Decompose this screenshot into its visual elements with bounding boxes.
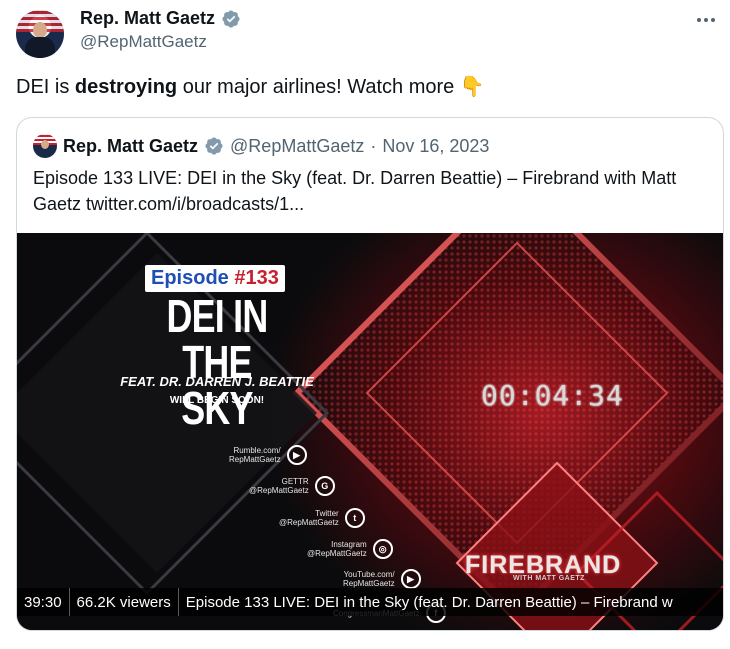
social-gettr: GETTR @RepMattGaetz G (249, 476, 335, 496)
twitter-icon: t (344, 508, 365, 528)
episode-number: #133 (234, 267, 279, 289)
social-youtube: YouTube.com/RepMattGaetz ▶ (343, 569, 421, 589)
youtube-icon: ▶ (400, 569, 421, 589)
social-line2: RepMattGaetz (343, 579, 395, 588)
author-handle[interactable]: @RepMattGaetz (80, 32, 207, 52)
firebrand-subtitle: WITH MATT GAETZ (513, 575, 585, 582)
quoted-tweet-card[interactable]: Rep. Matt Gaetz @RepMattGaetz · Nov 16, … (16, 117, 724, 631)
quote-author-avatar (33, 134, 57, 158)
video-player[interactable]: Episode #133 DEI IN THE SKY FEAT. DR. DA… (17, 233, 723, 630)
tweet-text-bold: destroying (74, 76, 178, 98)
episode-badge: Episode #133 (145, 265, 285, 292)
countdown-timer: 00:04:34 (481, 379, 624, 412)
verified-badge-icon (222, 9, 240, 28)
social-line2: @RepMattGaetz (279, 518, 339, 527)
video-title: Episode 133 LIVE: DEI in the Sky (feat. … (185, 593, 673, 611)
social-line1: YouTube.com/ (343, 570, 395, 579)
quote-date[interactable]: Nov 16, 2023 (382, 136, 489, 157)
tweet-text-before: DEI is (16, 76, 75, 98)
episode-soon: WILL BEGIN SOON! (169, 395, 265, 406)
social-rumble: Rumble.com/RepMattGaetz ▶ (229, 445, 307, 465)
social-line1: Twitter (315, 509, 339, 518)
video-duration: 39:30 (24, 593, 62, 611)
quote-text: Episode 133 LIVE: DEI in the Sky (feat. … (33, 168, 677, 214)
quote-author-name: Rep. Matt Gaetz (63, 135, 199, 156)
social-twitter: Twitter @RepMattGaetz t (279, 508, 365, 528)
quote-separator: · (370, 135, 377, 156)
verified-badge-icon (205, 137, 223, 155)
episode-title: DEI IN THE SKY (166, 290, 269, 434)
video-viewers: 66.2K viewers (76, 593, 171, 611)
more-options-icon[interactable] (694, 10, 718, 30)
instagram-icon: ◎ (372, 539, 393, 559)
video-info-bar: 39:30 66.2K viewers Episode 133 LIVE: DE… (17, 588, 723, 616)
tweet-header: Rep. Matt Gaetz @RepMattGaetz (14, 8, 718, 58)
gettr-icon: G (314, 476, 335, 496)
episode-word: Episode (151, 267, 235, 289)
tweet-text-after: our major airlines! Watch more (177, 76, 460, 98)
rumble-icon: ▶ (286, 445, 307, 465)
author-avatar[interactable] (16, 10, 64, 58)
social-line2: @RepMattGaetz (307, 549, 367, 558)
social-line2: RepMattGaetz (229, 455, 281, 464)
social-line1: GETTR (281, 477, 309, 486)
social-line1: Instagram (331, 540, 367, 549)
social-line1: Rumble.com/ (233, 446, 281, 455)
quote-author-handle: @RepMattGaetz (230, 135, 365, 156)
tweet-text: DEI is destroying our major airlines! Wa… (16, 74, 485, 100)
social-instagram: Instagram @RepMattGaetz ◎ (307, 539, 393, 559)
quote-header: Rep. Matt Gaetz @RepMattGaetz · Nov 16, … (33, 134, 489, 158)
author-display-name[interactable]: Rep. Matt Gaetz (80, 8, 215, 29)
author-name-row[interactable]: Rep. Matt Gaetz (80, 8, 241, 29)
pointing-down-emoji-icon: 👇 (459, 76, 485, 98)
social-line2: @RepMattGaetz (249, 486, 309, 495)
episode-feat: FEAT. DR. DARREN J. BEATTIE (120, 374, 314, 389)
